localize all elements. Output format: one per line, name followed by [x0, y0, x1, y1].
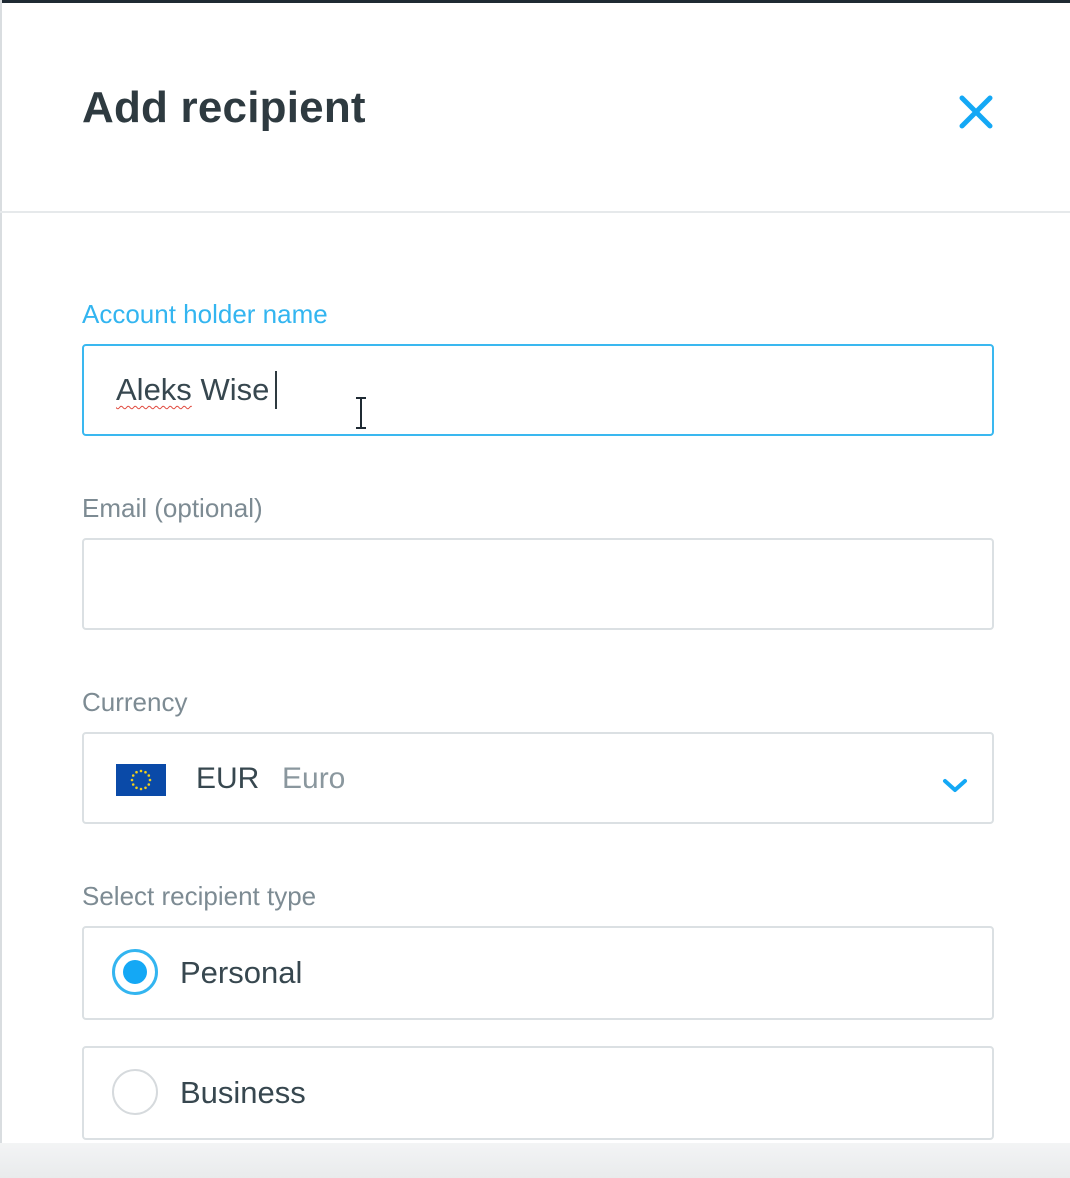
currency-code: EUR [196, 762, 260, 795]
business-label: Business [180, 1075, 306, 1110]
recipient-type-label: Select recipient type [82, 881, 317, 911]
text-caret [275, 371, 277, 409]
email-label: Email (optional) [82, 493, 263, 523]
header-divider [0, 211, 1070, 213]
account-holder-value-word: Wise [200, 372, 270, 407]
close-icon [959, 95, 993, 129]
account-holder-value: Aleks Wise [116, 346, 269, 434]
account-holder-label: Account holder name [82, 299, 328, 329]
currency-label: Currency [82, 687, 188, 717]
account-holder-input[interactable]: Aleks Wise [82, 344, 994, 436]
eu-flag-icon [116, 764, 166, 796]
misspelled-word: Aleks [116, 372, 192, 407]
dialog-title: Add recipient [82, 83, 366, 132]
currency-select[interactable]: EUR Euro [82, 732, 994, 824]
chevron-down-icon [943, 779, 967, 792]
text-cursor-icon [356, 397, 366, 429]
recipient-type-personal-option[interactable]: Personal [82, 926, 994, 1020]
recipient-type-business-option[interactable]: Business [82, 1046, 994, 1140]
currency-name: Euro [282, 762, 346, 795]
personal-radio[interactable] [112, 949, 158, 995]
dialog-header: Add recipient [0, 3, 1070, 212]
bottom-scroll-edge [0, 1143, 1070, 1178]
personal-label: Personal [180, 955, 303, 990]
business-radio[interactable] [112, 1069, 158, 1115]
close-button[interactable] [951, 87, 1001, 137]
email-input[interactable] [82, 538, 994, 630]
